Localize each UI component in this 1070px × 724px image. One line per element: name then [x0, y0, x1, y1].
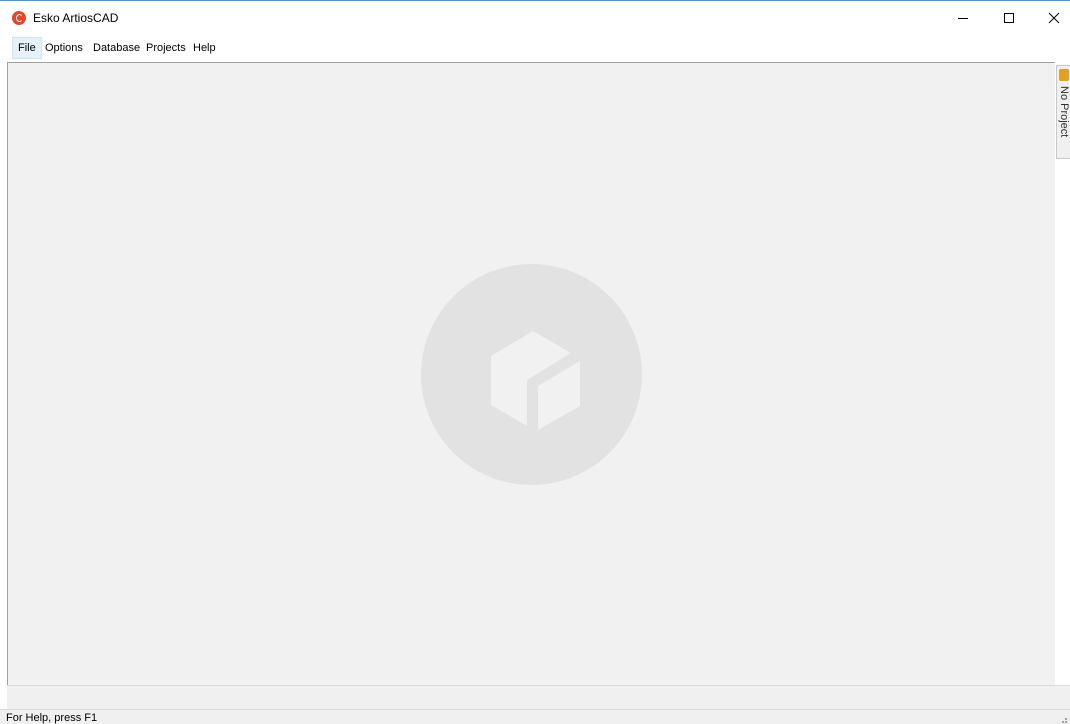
bottom-toolbar-strip	[7, 685, 1070, 709]
close-icon	[1048, 12, 1060, 24]
menu-help[interactable]: Help	[188, 37, 221, 59]
close-button[interactable]	[1032, 1, 1070, 35]
window-title: Esko ArtiosCAD	[33, 11, 119, 25]
status-bar: For Help, press F1	[0, 709, 1070, 724]
minimize-button[interactable]	[940, 1, 986, 35]
app-window: Esko ArtiosCAD File Options Database Pro…	[0, 0, 1070, 724]
resize-grip-icon[interactable]	[1058, 714, 1068, 724]
project-folder-icon	[1059, 69, 1069, 81]
maximize-button[interactable]	[986, 1, 1032, 35]
menu-file[interactable]: File	[12, 37, 42, 59]
box-logo-icon	[421, 264, 642, 485]
project-side-tab[interactable]: No Project	[1056, 65, 1070, 159]
project-tab-label: No Project	[1058, 86, 1070, 138]
right-panel-strip	[1055, 159, 1070, 685]
artioscad-logo-icon[interactable]	[12, 11, 26, 25]
menu-bar: File Options Database Projects Help	[0, 37, 1070, 59]
menu-options[interactable]: Options	[40, 37, 88, 59]
menu-projects[interactable]: Projects	[141, 37, 191, 59]
title-bar[interactable]: Esko ArtiosCAD	[0, 1, 1070, 35]
menu-database[interactable]: Database	[88, 37, 145, 59]
status-text: For Help, press F1	[6, 712, 98, 724]
workspace-area[interactable]	[7, 62, 1055, 685]
